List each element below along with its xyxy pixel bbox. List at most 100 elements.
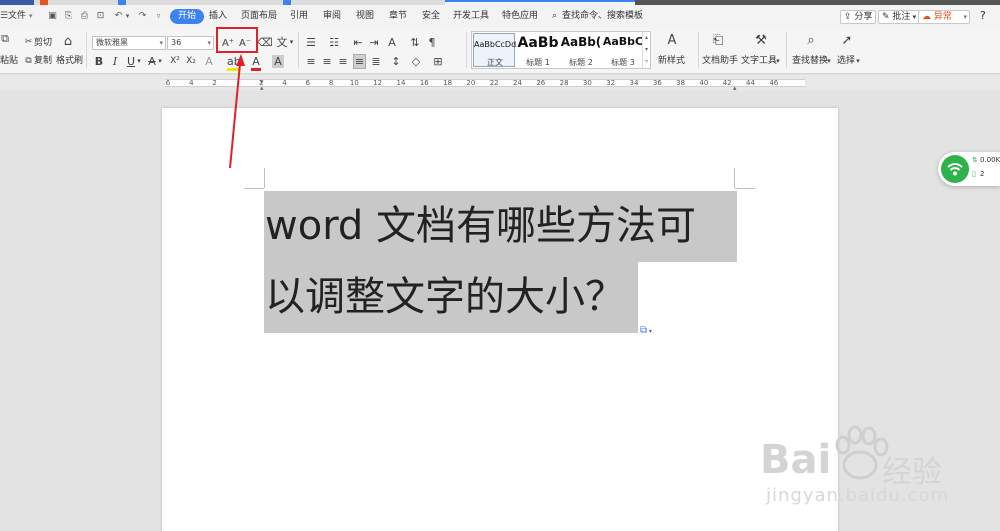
tab-insert[interactable]: 插入 [209, 11, 227, 22]
find-icon[interactable]: ⌕ [803, 34, 819, 47]
paste-icon[interactable]: ⧉ [0, 32, 10, 45]
underline-icon[interactable]: U [126, 55, 136, 68]
text-effect-icon[interactable]: A [204, 55, 214, 68]
style-heading3[interactable]: AaBbC [602, 35, 644, 48]
increase-indent-icon[interactable]: ⇥ [368, 36, 380, 49]
search-icon[interactable]: ⌕ [552, 11, 557, 22]
style-gallery-scroll[interactable]: ▴ ▾ ▿ [642, 32, 650, 68]
chevron-down-icon[interactable]: ▾ [288, 36, 295, 49]
bullet-list-icon[interactable]: ☰ [305, 36, 317, 49]
document-text-line-2[interactable]: 以调整文字的大小？ [264, 262, 638, 333]
numbered-list-icon[interactable]: ☷ [328, 36, 340, 49]
output-pdf-icon[interactable]: ⎘ [63, 11, 74, 22]
new-style-button[interactable]: 新样式 [658, 56, 685, 67]
cut-icon[interactable]: ✂ [23, 36, 34, 49]
find-replace-button[interactable]: 查找替换 [792, 56, 828, 67]
comment-button[interactable]: ✎ 批注 ▾ [878, 10, 921, 24]
share-button[interactable]: ⇪ 分享 [840, 10, 877, 24]
upload-icon: ⇅ [972, 156, 978, 164]
doc-assistant-button[interactable]: 文档助手 [702, 56, 738, 67]
show-marks-icon[interactable]: ¶ [426, 36, 438, 49]
phonetic-guide-icon[interactable]: 文 [276, 36, 288, 49]
tab-review[interactable]: 审阅 [323, 11, 341, 22]
chinese-layout-icon[interactable]: A [386, 36, 398, 49]
font-name-select[interactable]: 微软雅黑 ▾ [92, 36, 166, 50]
cursor-icon[interactable]: ➚ [840, 34, 854, 47]
chevron-down-icon[interactable]: ▾ [122, 11, 133, 22]
borders-icon[interactable]: ⊞ [432, 55, 444, 68]
chevron-down-icon[interactable]: ▾ [157, 55, 163, 68]
chevron-down-icon[interactable]: ▾ [136, 55, 142, 68]
line-spacing-icon[interactable]: ↕ [390, 55, 402, 68]
style-heading2[interactable]: AaBb( [560, 35, 602, 49]
chevron-down-icon[interactable]: ▾ [855, 56, 861, 67]
ruler-number: 20 [466, 79, 476, 87]
font-color-icon[interactable]: A [251, 55, 261, 71]
distribute-icon[interactable]: ≣ [370, 55, 382, 68]
shading-icon[interactable]: ◇ [410, 55, 422, 68]
highlight-icon[interactable]: ab [227, 55, 241, 71]
chevron-down-icon: ▾ [963, 13, 967, 21]
command-search[interactable]: 查找命令、搜索模板 [562, 11, 643, 22]
doc-assistant-icon[interactable]: ⎗ [710, 34, 726, 47]
align-center-icon[interactable]: ≡ [321, 55, 333, 68]
document-page[interactable]: word 文档有哪些方法可 以调整文字的大小？ ⧉ ▾ [162, 108, 838, 531]
justify-icon[interactable]: ≡ [353, 54, 366, 69]
char-shading-icon[interactable]: A [272, 55, 284, 68]
ruler-number: 42 [722, 79, 732, 87]
align-left-icon[interactable]: ≡ [305, 55, 317, 68]
print-preview-icon[interactable]: ⊡ [95, 11, 106, 22]
paste-options-icon[interactable]: ⧉ ▾ [640, 325, 652, 336]
tab-developer[interactable]: 开发工具 [453, 11, 489, 22]
subscript-icon[interactable]: X₂ [185, 55, 197, 68]
tab-page-layout[interactable]: 页面布局 [241, 11, 277, 22]
tab-special[interactable]: 特色应用 [502, 11, 538, 22]
ruler-number: 12 [373, 79, 383, 87]
superscript-icon[interactable]: X² [169, 55, 181, 68]
style-heading1[interactable]: AaBb [517, 35, 559, 51]
file-menu-icon[interactable]: ☰ [0, 11, 8, 22]
copy-button[interactable]: 复制 [34, 56, 52, 67]
document-text-line-1[interactable]: word 文档有哪些方法可 [264, 191, 737, 262]
text-tools-icon[interactable]: ⚒ [753, 34, 769, 47]
file-menu[interactable]: 文件 [8, 11, 26, 22]
tab-chapter[interactable]: 章节 [389, 11, 407, 22]
ruler-number: 40 [699, 79, 709, 87]
clear-format-icon[interactable]: ⌫ [257, 36, 273, 49]
chevron-down-icon[interactable]: ▾ [775, 56, 781, 67]
sync-status-button[interactable]: ☁ 异常 ▾ [918, 10, 970, 24]
network-speed: 0.00K [980, 156, 1000, 164]
italic-icon[interactable]: I [110, 55, 120, 68]
redo-icon[interactable]: ↷ [137, 11, 148, 22]
help-button[interactable]: ? [980, 10, 986, 21]
text-tools-button[interactable]: 文字工具 [741, 56, 777, 67]
select-button[interactable]: 选择 [837, 56, 855, 67]
align-right-icon[interactable]: ≡ [337, 55, 349, 68]
tab-view[interactable]: 视图 [356, 11, 374, 22]
bold-icon[interactable]: B [94, 55, 104, 68]
style-normal[interactable]: AaBbCcDd [474, 40, 516, 49]
style-heading3-label: 标题 3 [611, 58, 635, 67]
format-painter-button[interactable]: 格式刷 [56, 56, 83, 67]
network-speed-widget[interactable]: ⇅ 0.00K ▯ 2 [938, 152, 1000, 186]
cut-button[interactable]: 剪切 [34, 38, 52, 49]
chevron-down-icon[interactable]: ▾ [29, 11, 33, 22]
chevron-down-icon[interactable]: ▾ [826, 56, 832, 67]
tab-security[interactable]: 安全 [422, 11, 440, 22]
copy-icon[interactable]: ⧉ [23, 55, 34, 68]
divider [466, 32, 467, 68]
print-icon[interactable]: ⎙ [79, 11, 90, 22]
save-icon[interactable]: ▣ [47, 11, 58, 22]
format-painter-icon[interactable]: ⌂ [60, 35, 76, 48]
strikethrough-icon[interactable]: A [147, 55, 157, 68]
decrease-indent-icon[interactable]: ⇤ [352, 36, 364, 49]
customize-toolbar-icon[interactable]: ▿ [153, 11, 164, 22]
tab-references[interactable]: 引用 [290, 11, 308, 22]
sort-icon[interactable]: ⇅ [409, 36, 421, 49]
paste-button[interactable]: 粘贴 [0, 56, 18, 67]
tab-home[interactable]: 开始 [170, 9, 205, 24]
horizontal-ruler[interactable]: 6 4 2 2 4 6 8 10 12 14 16 18 20 22 24 26 28 30 32 34 36 38 40 4… [0, 75, 1000, 92]
new-style-icon[interactable]: A [664, 34, 680, 47]
font-size-select[interactable]: 36 ▾ [167, 36, 214, 50]
watermark-url: jingyan.baidu.com [766, 485, 950, 506]
